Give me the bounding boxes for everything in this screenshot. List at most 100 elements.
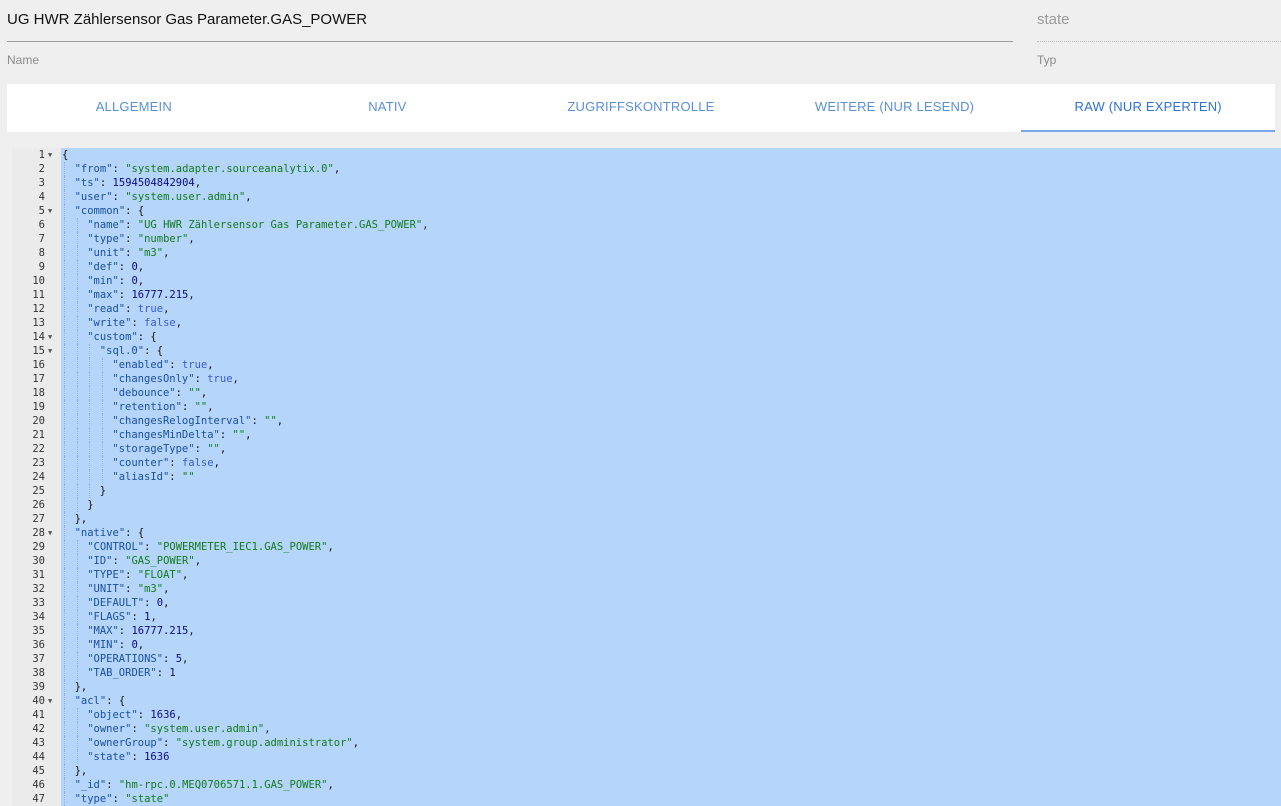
indent-guide bbox=[64, 400, 65, 414]
indent-guide bbox=[76, 246, 78, 260]
code-token: , bbox=[163, 583, 170, 595]
code-token: "common" bbox=[74, 205, 126, 217]
code-token: "UG HWR Zählersensor Gas Parameter.GAS_P… bbox=[137, 219, 423, 231]
code-text: "DEFAULT": 0, bbox=[87, 596, 169, 610]
code-token: "UNIT" bbox=[87, 583, 126, 595]
indent-guide bbox=[101, 470, 103, 484]
code-token: "system.group.administrator" bbox=[175, 737, 353, 749]
tab-weitere[interactable]: WEITERE (NUR LESEND) bbox=[768, 84, 1022, 132]
indent-guide bbox=[64, 274, 65, 288]
code-text: "aliasId": "" bbox=[112, 470, 194, 484]
line-number: 5 bbox=[38, 205, 45, 217]
code-line: 40 ▼ "acl": { bbox=[12, 694, 1281, 708]
fold-toggle-icon[interactable]: ▼ bbox=[48, 204, 52, 218]
code-line: 1 ▼ { bbox=[12, 148, 1281, 162]
code-token: "type" bbox=[87, 233, 126, 245]
code-line: 41 "object": 1636, bbox=[12, 708, 1281, 722]
code-token: : { bbox=[125, 205, 145, 217]
code-token: "aliasId" bbox=[112, 471, 170, 483]
line-number: 4 bbox=[38, 191, 45, 203]
indent-guide bbox=[64, 428, 65, 442]
line-number: 10 bbox=[32, 275, 45, 287]
code-token: "FLAGS" bbox=[87, 611, 132, 623]
code-line: 4 "user": "system.user.admin", bbox=[12, 190, 1281, 204]
code-token: : bbox=[118, 261, 132, 273]
indent-guide bbox=[64, 568, 65, 582]
line-number: 20 bbox=[32, 415, 45, 427]
code-text: "changesOnly": true, bbox=[112, 372, 238, 386]
code-token: : bbox=[131, 723, 145, 735]
code-text: "write": false, bbox=[87, 316, 182, 330]
indent-guide bbox=[76, 358, 78, 372]
line-number: 42 bbox=[32, 723, 45, 735]
code-token: : bbox=[125, 219, 138, 231]
code-token: 1636 bbox=[144, 751, 170, 763]
code-text: } bbox=[87, 498, 93, 512]
indent-guide bbox=[76, 274, 78, 288]
code-token: } bbox=[87, 499, 94, 511]
code-text: "type": "state" bbox=[75, 792, 170, 806]
line-number: 35 bbox=[32, 625, 45, 637]
indent-guide bbox=[64, 652, 65, 666]
code-text: "custom": { bbox=[87, 330, 157, 344]
code-token: : bbox=[106, 779, 119, 791]
indent-guide bbox=[76, 218, 78, 232]
code-text: "changesMinDelta": "", bbox=[112, 428, 251, 442]
code-text: }, bbox=[75, 512, 88, 526]
code-token: "max" bbox=[87, 289, 119, 301]
tab-nativ[interactable]: NATIV bbox=[261, 84, 515, 132]
code-line: 10 "min": 0, bbox=[12, 274, 1281, 288]
line-number: 15 bbox=[32, 345, 45, 357]
code-token: { bbox=[62, 149, 69, 161]
indent-guide bbox=[64, 764, 65, 778]
code-token: }, bbox=[74, 681, 88, 693]
code-token: , bbox=[137, 275, 145, 287]
fold-toggle-icon[interactable]: ▼ bbox=[48, 330, 52, 344]
code-token: , bbox=[245, 429, 252, 441]
code-token: "" bbox=[207, 443, 220, 455]
indent-guide bbox=[64, 596, 65, 610]
indent-guide bbox=[76, 498, 78, 512]
raw-json-editor[interactable]: 1 ▼{2 "from": "system.adapter.sourceanalyt… bbox=[12, 148, 1281, 806]
line-number: 22 bbox=[32, 443, 45, 455]
code-token: "acl" bbox=[74, 695, 107, 707]
fold-toggle-icon[interactable]: ▼ bbox=[48, 694, 52, 708]
code-token: }, bbox=[74, 765, 88, 777]
code-text: "TYPE": "FLOAT", bbox=[87, 568, 188, 582]
indent-guide bbox=[64, 722, 65, 736]
tab-allgemein[interactable]: ALLGEMEIN bbox=[7, 84, 261, 132]
code-token: "state" bbox=[125, 793, 170, 805]
indent-guide bbox=[76, 568, 78, 582]
tab-zugriffskontrolle[interactable]: ZUGRIFFSKONTROLLE bbox=[514, 84, 768, 132]
fold-toggle-icon[interactable]: ▼ bbox=[48, 526, 52, 540]
tab-raw[interactable]: RAW (NUR EXPERTEN) bbox=[1021, 84, 1275, 132]
fold-toggle-icon[interactable]: ▼ bbox=[48, 148, 52, 162]
indent-guide bbox=[76, 414, 78, 428]
code-line: 9 "def": 0, bbox=[12, 260, 1281, 274]
line-number: 31 bbox=[32, 569, 45, 581]
code-token: : bbox=[194, 443, 208, 455]
indent-guide bbox=[89, 442, 91, 456]
indent-guide bbox=[101, 456, 103, 470]
code-token: : bbox=[112, 793, 126, 805]
code-token: "" bbox=[264, 415, 277, 427]
code-token: : bbox=[112, 191, 126, 203]
type-value: state bbox=[1037, 0, 1281, 42]
code-token: : bbox=[169, 471, 182, 483]
code-token: , bbox=[188, 233, 195, 245]
indent-guide bbox=[89, 386, 91, 400]
indent-guide bbox=[76, 652, 78, 666]
code-token: "enabled" bbox=[112, 359, 170, 371]
code-token: "min" bbox=[87, 275, 119, 287]
line-number: 30 bbox=[32, 555, 45, 567]
name-input[interactable]: UG HWR Zählersensor Gas Parameter.GAS_PO… bbox=[7, 0, 1013, 42]
indent-guide bbox=[64, 386, 65, 400]
fold-toggle-icon[interactable]: ▼ bbox=[48, 344, 52, 358]
code-token: 1594504842904 bbox=[112, 177, 195, 189]
indent-guide bbox=[64, 456, 65, 470]
code-line: 19 "retention": "", bbox=[12, 400, 1281, 414]
name-field[interactable]: UG HWR Zählersensor Gas Parameter.GAS_PO… bbox=[7, 0, 1013, 67]
code-text: "min": 0, bbox=[87, 274, 144, 288]
indent-guide bbox=[76, 386, 78, 400]
line-number: 25 bbox=[32, 485, 45, 497]
